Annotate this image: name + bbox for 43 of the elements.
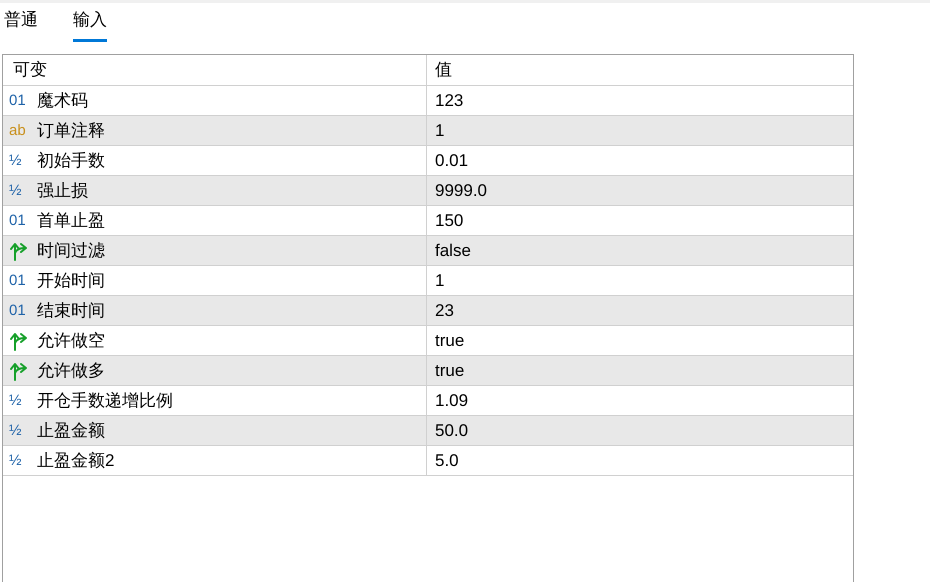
parameter-name: 开始时间: [37, 270, 105, 292]
parameter-value: 1.09: [435, 390, 468, 412]
number-type-icon: 01: [9, 303, 29, 318]
parameter-value: 123: [435, 90, 464, 112]
parameter-name: 订单注释: [37, 120, 105, 142]
parameter-value: 1: [435, 270, 444, 292]
parameter-name: 止盈金额2: [37, 450, 114, 472]
number-type-icon: ½: [9, 183, 29, 198]
number-type-icon: ½: [9, 453, 29, 468]
parameter-name: 结束时间: [37, 300, 105, 322]
parameter-name: 初始手数: [37, 150, 105, 172]
number-type-icon: ½: [9, 393, 29, 408]
branch-arrow-icon: [9, 360, 29, 380]
parameter-value: true: [435, 360, 464, 382]
parameter-value: 150: [435, 210, 464, 232]
parameter-name: 魔术码: [37, 90, 88, 112]
number-type-icon: 01: [9, 213, 29, 228]
parameter-value: true: [435, 330, 464, 352]
parameter-value: 5.0: [435, 450, 459, 472]
branch-arrow-icon: [9, 240, 29, 260]
number-type-icon: 01: [9, 93, 29, 108]
parameter-value: 0.01: [435, 150, 468, 172]
column-header: 可变: [13, 59, 47, 82]
parameter-name: 止盈金额: [37, 420, 105, 442]
tab[interactable]: 普通: [4, 7, 38, 42]
parameter-value: 9999.0: [435, 180, 487, 202]
text-type-icon: ab: [9, 123, 29, 138]
parameter-value: 1: [435, 120, 444, 142]
parameter-name: 允许做空: [37, 330, 105, 352]
parameter-name: 时间过滤: [37, 240, 105, 262]
parameter-name: 开仓手数递增比例: [37, 390, 173, 412]
branch-arrow-icon: [9, 330, 29, 350]
parameter-name: 允许做多: [37, 360, 105, 382]
parameter-value: 50.0: [435, 420, 468, 442]
tab[interactable]: 输入: [73, 7, 107, 42]
column-header: 值: [435, 59, 452, 82]
number-type-icon: ½: [9, 423, 29, 438]
parameter-value: 23: [435, 300, 454, 322]
parameter-name: 强止损: [37, 180, 88, 202]
parameter-value: false: [435, 240, 471, 262]
parameter-name: 首单止盈: [37, 210, 105, 232]
number-type-icon: 01: [9, 273, 29, 288]
number-type-icon: ½: [9, 153, 29, 168]
